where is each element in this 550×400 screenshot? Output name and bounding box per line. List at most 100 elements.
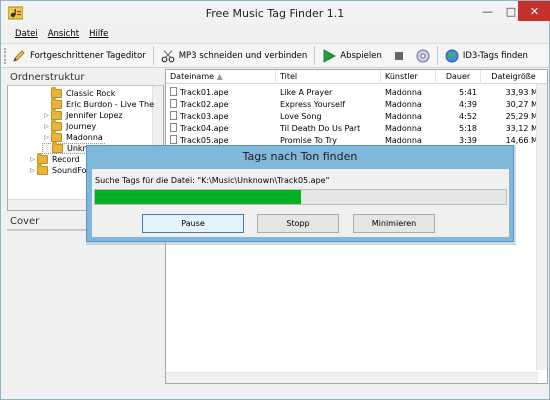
pencil-icon (13, 49, 25, 62)
expand-arrow-icon[interactable]: ▷ (42, 123, 51, 130)
table-row[interactable]: Track03.ape Love Song Madonna 4:52 25,29 Mb (166, 111, 547, 123)
folder-structure-header: Ordnerstruktur (7, 69, 164, 86)
minimize-dialog-button[interactable]: Minimieren (353, 214, 435, 233)
file-icon (170, 99, 177, 108)
column-header-artist[interactable]: Künstler (381, 70, 436, 84)
play-label: Abspielen (340, 50, 382, 61)
tree-item[interactable]: ▷ SoundFo (28, 164, 87, 176)
cell-title-text: Love Song (280, 112, 322, 121)
tree-item[interactable]: ▷ Journey (42, 120, 96, 132)
column-header-title[interactable]: Titel (276, 70, 381, 84)
mp3-cut-join-button[interactable]: MP3 schneiden und verbinden (156, 45, 313, 66)
folder-icon (51, 120, 62, 131)
title-bar[interactable]: Free Music Tag Finder 1.1 — □ ✕ (1, 1, 550, 25)
tree-item[interactable]: ▷ Madonna (42, 131, 103, 143)
disc-button[interactable] (411, 45, 435, 66)
toolbar-separator (314, 46, 316, 65)
cell-duration-text: 5:18 (459, 124, 477, 133)
table-row[interactable]: Track02.ape Express Yourself Madonna 4:39 30… (166, 99, 547, 111)
cell-duration: 4:39 (436, 99, 481, 111)
cell-artist-text: Madonna (385, 112, 422, 121)
menu-datei[interactable]: Datei (15, 29, 38, 39)
cell-filename: Track01.ape (166, 87, 276, 99)
stop-button[interactable] (387, 45, 411, 66)
tree-item-label: SoundFo (52, 166, 87, 175)
expand-arrow-icon[interactable]: ▷ (28, 156, 37, 163)
pause-button[interactable]: Pause (142, 214, 244, 233)
status-bar (1, 385, 549, 399)
find-id3-tags-label: ID3-Tags finden (462, 50, 528, 61)
expand-arrow-icon[interactable]: ▷ (42, 112, 51, 119)
list-horizontal-scrollbar[interactable] (166, 372, 538, 383)
window-title: Free Music Tag Finder 1.1 (205, 7, 345, 20)
cell-filename-text: Track05.ape (180, 136, 229, 145)
list-vertical-scrollbar[interactable] (536, 84, 547, 370)
tree-item-label: Jennifer Lopez (66, 111, 123, 120)
advanced-editor-button[interactable]: Fortgeschrittener Tageditor (7, 45, 151, 66)
toolbar-separator (152, 46, 154, 65)
cell-filename: Track02.ape (166, 99, 276, 111)
cell-duration-text: 5:41 (459, 88, 477, 97)
close-button[interactable]: ✕ (518, 1, 550, 21)
tree-item-label: Classic Rock (66, 89, 116, 98)
tree-item-label: Madonna (66, 133, 103, 142)
stop-dialog-button[interactable]: Stopp (257, 214, 339, 233)
list-header: Dateiname ▲ Titel Künstler Dauer Dateigr… (166, 70, 547, 84)
cell-duration: 5:18 (436, 123, 481, 135)
column-header-filename[interactable]: Dateiname ▲ (166, 70, 276, 84)
tree-item[interactable]: ▷ Record (28, 153, 80, 165)
menu-ansicht[interactable]: Ansicht (48, 29, 79, 39)
cell-title-text: Til Death Do Us Part (280, 124, 361, 133)
cover-area (7, 230, 164, 398)
file-icon (170, 87, 177, 96)
cell-title-text: Promise To Try (280, 136, 338, 145)
menu-bar: Datei Ansicht Hilfe (1, 25, 549, 42)
globe-icon (445, 49, 459, 62)
cd-icon (416, 49, 430, 62)
minimize-button[interactable]: — (476, 1, 499, 21)
cell-duration-text: 4:52 (459, 112, 477, 121)
cell-artist-text: Madonna (385, 124, 422, 133)
cell-artist: Madonna (381, 123, 436, 135)
stop-icon (394, 51, 403, 60)
folder-icon (37, 153, 48, 164)
folder-icon (51, 109, 62, 120)
find-tags-dialog: Tags nach Ton finden Suche Tags für die … (86, 145, 514, 242)
cell-filename-text: Track03.ape (180, 112, 229, 121)
play-icon (323, 48, 337, 63)
toolbar-separator (436, 46, 438, 65)
table-row[interactable]: Track01.ape Like A Prayer Madonna 5:41 33,93… (166, 87, 547, 99)
tree-item-label: Eric Burdon - Live The (66, 100, 154, 109)
tree-item-label: Record (52, 155, 80, 164)
table-row[interactable]: Track04.ape Til Death Do Us Part Madonna 5:… (166, 123, 547, 135)
expand-arrow-icon[interactable]: ▷ (28, 167, 37, 174)
column-header-size[interactable]: Dateigröße (481, 70, 547, 84)
play-button[interactable]: Abspielen (317, 45, 387, 66)
tree-item[interactable]: Eric Burdon - Live The (42, 98, 154, 110)
advanced-editor-label: Fortgeschrittener Tageditor (30, 50, 146, 61)
cell-artist-text: Madonna (385, 136, 422, 145)
cell-filename: Track04.ape (166, 123, 276, 135)
cell-title: Like A Prayer (276, 87, 381, 99)
cell-filename-text: Track02.ape (180, 100, 229, 109)
cell-artist: Madonna (381, 99, 436, 111)
progress-fill (95, 190, 301, 204)
find-id3-tags-button[interactable]: ID3-Tags finden (440, 45, 533, 66)
folder-icon (52, 142, 63, 153)
cell-artist: Madonna (381, 87, 436, 99)
folder-icon (51, 98, 62, 109)
file-icon (170, 123, 177, 132)
menu-hilfe[interactable]: Hilfe (89, 29, 108, 39)
maximize-icon: □ (505, 4, 517, 18)
expand-arrow-icon[interactable]: ▷ (42, 134, 51, 141)
dialog-message: Suche Tags für die Datei: "K:\Music\Unkn… (95, 176, 330, 185)
cell-title: Til Death Do Us Part (276, 123, 381, 135)
dialog-body: Suche Tags für die Datei: "K:\Music\Unkn… (92, 169, 509, 237)
sort-asc-icon: ▲ (216, 72, 223, 81)
minimize-icon: — (482, 4, 493, 18)
cell-title: Love Song (276, 111, 381, 123)
cell-filename-text: Track04.ape (180, 124, 229, 133)
column-header-duration[interactable]: Dauer (436, 70, 481, 84)
mp3-cut-join-label: MP3 schneiden und verbinden (178, 50, 308, 61)
cell-title: Express Yourself (276, 99, 381, 111)
